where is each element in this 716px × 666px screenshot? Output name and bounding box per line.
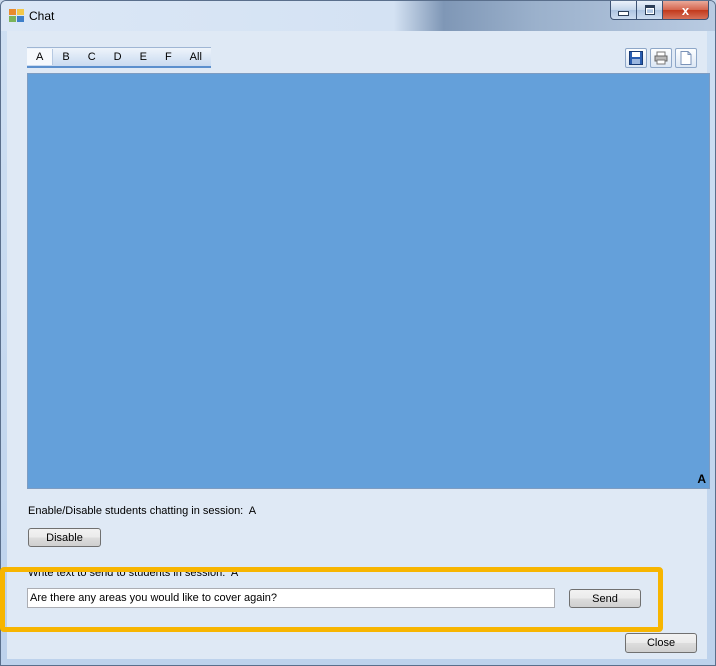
enable-disable-text: Enable/Disable students chatting in sess… <box>28 505 244 517</box>
chat-display-area[interactable]: A <box>27 73 710 489</box>
title-bar[interactable]: Chat x <box>1 1 715 31</box>
new-document-icon <box>680 51 692 65</box>
tab-a[interactable]: A <box>27 49 54 65</box>
enable-disable-session: A <box>248 505 257 517</box>
send-button[interactable]: Send <box>569 589 641 608</box>
minimize-button[interactable] <box>610 1 637 20</box>
app-icon <box>9 9 25 23</box>
tab-all[interactable]: All <box>181 49 211 65</box>
save-icon <box>629 51 643 65</box>
save-button[interactable] <box>625 48 647 68</box>
send-text-session: A <box>230 567 239 579</box>
print-icon <box>654 51 668 65</box>
tab-e[interactable]: E <box>131 49 156 65</box>
tab-d[interactable]: D <box>105 49 131 65</box>
maximize-button[interactable] <box>637 1 663 20</box>
session-marker: A <box>697 472 706 486</box>
print-button[interactable] <box>650 48 672 68</box>
chat-window: Chat x A B C D E F All A Enable/Disable … <box>0 0 716 666</box>
enable-disable-label: Enable/Disable students chatting in sess… <box>28 505 256 517</box>
client-area: A B C D E F All A Enable/Disable student… <box>7 31 710 659</box>
maximize-icon <box>644 5 655 15</box>
minimize-icon <box>618 10 629 16</box>
send-text-prompt: Write text to send to students in sessio… <box>28 567 226 579</box>
new-document-button[interactable] <box>675 48 697 68</box>
send-text-label: Write text to send to students in sessio… <box>28 567 238 579</box>
caption-buttons: x <box>610 1 709 21</box>
disable-button[interactable]: Disable <box>28 528 101 547</box>
tab-f[interactable]: F <box>156 49 181 65</box>
close-button[interactable]: Close <box>625 633 697 653</box>
close-icon: x <box>681 2 690 18</box>
chat-toolbar <box>625 48 697 68</box>
message-input[interactable] <box>27 588 555 608</box>
tab-b[interactable]: B <box>53 49 78 65</box>
session-tabs: A B C D E F All <box>27 47 211 68</box>
close-window-button[interactable]: x <box>663 1 709 20</box>
tab-c[interactable]: C <box>79 49 105 65</box>
window-title: Chat <box>29 9 55 23</box>
